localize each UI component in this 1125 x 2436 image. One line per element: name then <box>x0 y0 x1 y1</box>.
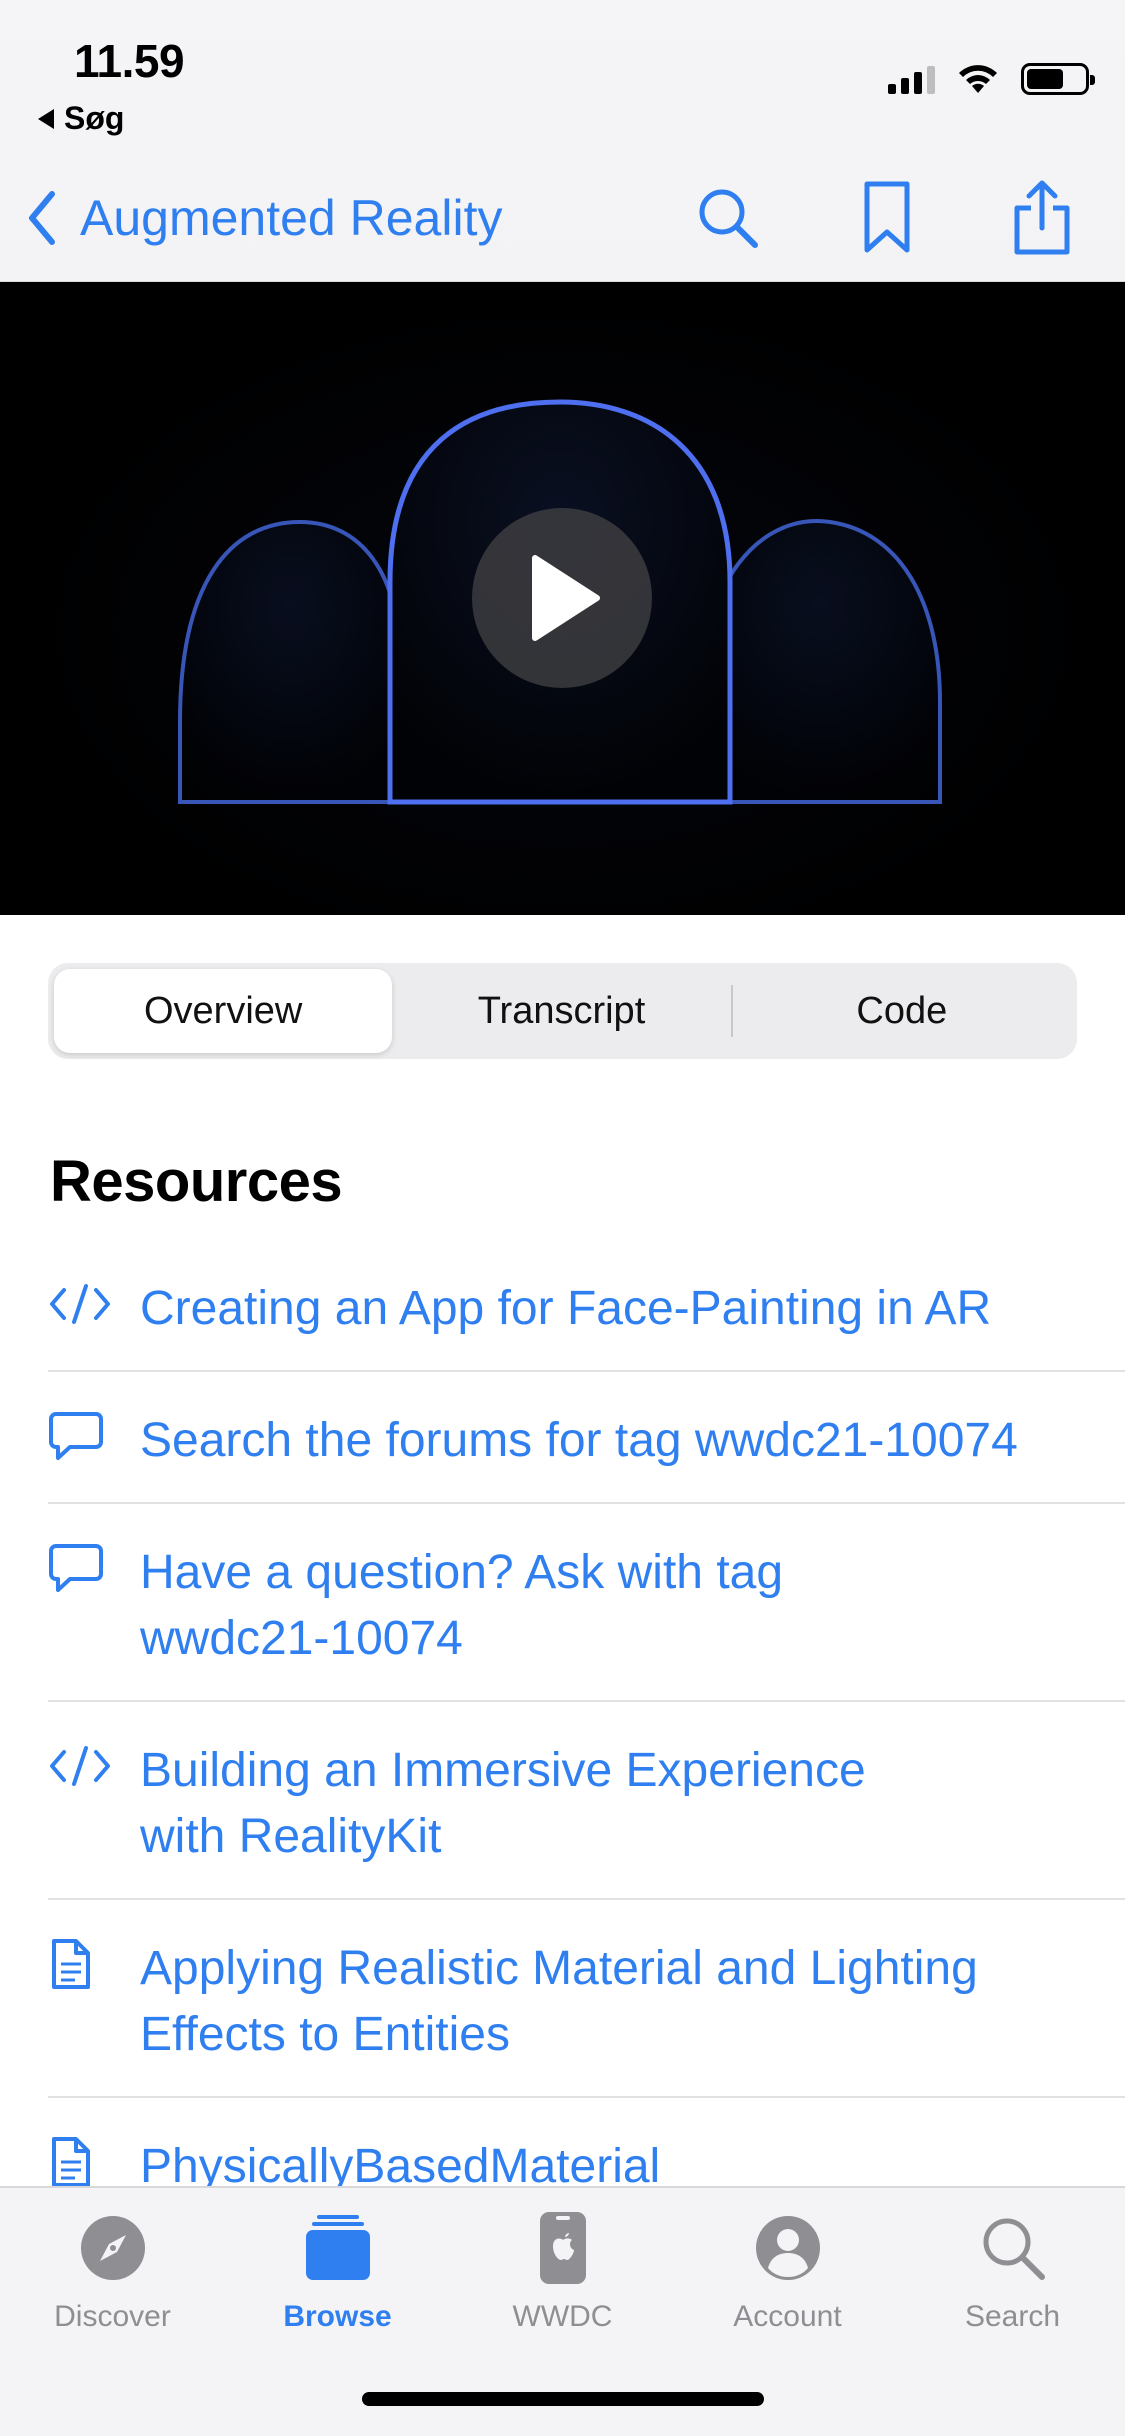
status-icons <box>888 62 1095 96</box>
compass-icon <box>73 2208 153 2288</box>
tab-label: WWDC <box>512 2300 613 2333</box>
tab-account[interactable]: Account <box>675 2208 900 2334</box>
video-player[interactable] <box>0 282 1125 915</box>
tab-code[interactable]: Code <box>733 969 1071 1053</box>
chat-bubble-icon <box>48 1408 114 1464</box>
wifi-icon <box>959 65 997 93</box>
tab-label: Browse <box>283 2300 392 2333</box>
resources-heading: Resources <box>50 1149 343 1214</box>
tab-label: Search <box>964 2300 1061 2333</box>
back-to-app-button[interactable]: Søg <box>38 100 124 137</box>
resources-list: Creating an App for Face-Painting in AR … <box>48 1240 1125 2228</box>
apple-device-icon <box>523 2208 603 2288</box>
status-time: 11.59 <box>74 35 185 87</box>
code-icon <box>48 1276 114 1332</box>
chevron-left-icon <box>29 191 55 245</box>
tab-transcript[interactable]: Transcript <box>392 969 730 1053</box>
code-icon <box>48 1738 114 1794</box>
chat-bubble-icon <box>48 1540 114 1596</box>
screen: 11.59 Søg Augmented Reality Overview Tra… <box>0 0 1125 2436</box>
search-icon[interactable] <box>688 178 768 258</box>
tab-label: Discover <box>54 2300 171 2333</box>
resource-item[interactable]: Search the forums for tag wwdc21-10074 <box>48 1372 1125 1504</box>
segmented-control: Overview Transcript Code <box>48 963 1077 1059</box>
play-icon <box>532 555 600 641</box>
stack-icon <box>298 2208 378 2288</box>
share-icon[interactable] <box>1002 178 1082 258</box>
resource-label: Applying Realistic Material and Lighting… <box>140 1942 978 2061</box>
play-button[interactable] <box>472 508 652 688</box>
bookmark-icon[interactable] <box>847 178 927 258</box>
back-app-label: Søg <box>64 100 125 136</box>
resource-item[interactable]: Have a question? Ask with tag wwdc21-100… <box>48 1504 1125 1702</box>
home-indicator <box>362 2392 764 2406</box>
resource-label: Have a question? Ask with tag wwdc21-100… <box>140 1546 784 1665</box>
resource-item[interactable]: Building an Immersive Experience with Re… <box>48 1702 1125 1900</box>
top-bar: 11.59 Søg Augmented Reality <box>0 0 1125 282</box>
tab-search[interactable]: Search <box>900 2208 1125 2334</box>
search-icon <box>973 2208 1053 2288</box>
tab-browse[interactable]: Browse <box>225 2208 450 2334</box>
navigation-bar: Augmented Reality <box>0 168 1125 268</box>
resource-label: Building an Immersive Experience with Re… <box>140 1744 866 1863</box>
battery-icon <box>1021 63 1095 95</box>
person-icon <box>748 2208 828 2288</box>
nav-back-label: Augmented Reality <box>80 190 503 246</box>
tab-wwdc[interactable]: WWDC <box>450 2208 675 2334</box>
tab-label: Account <box>733 2300 842 2333</box>
resource-label: Search the forums for tag wwdc21-10074 <box>140 1414 1018 1467</box>
resource-label: Creating an App for Face-Painting in AR <box>140 1282 992 1335</box>
nav-back-button[interactable]: Augmented Reality <box>22 168 502 268</box>
document-icon <box>48 1936 114 1992</box>
back-triangle-icon <box>38 108 54 129</box>
tab-discover[interactable]: Discover <box>0 2208 225 2334</box>
tab-overview[interactable]: Overview <box>54 969 393 1053</box>
cellular-signal-icon <box>888 64 935 94</box>
resource-item[interactable]: Applying Realistic Material and Lighting… <box>48 1900 1125 2098</box>
document-icon <box>48 2134 114 2190</box>
resource-item[interactable]: Creating an App for Face-Painting in AR <box>48 1240 1125 1372</box>
